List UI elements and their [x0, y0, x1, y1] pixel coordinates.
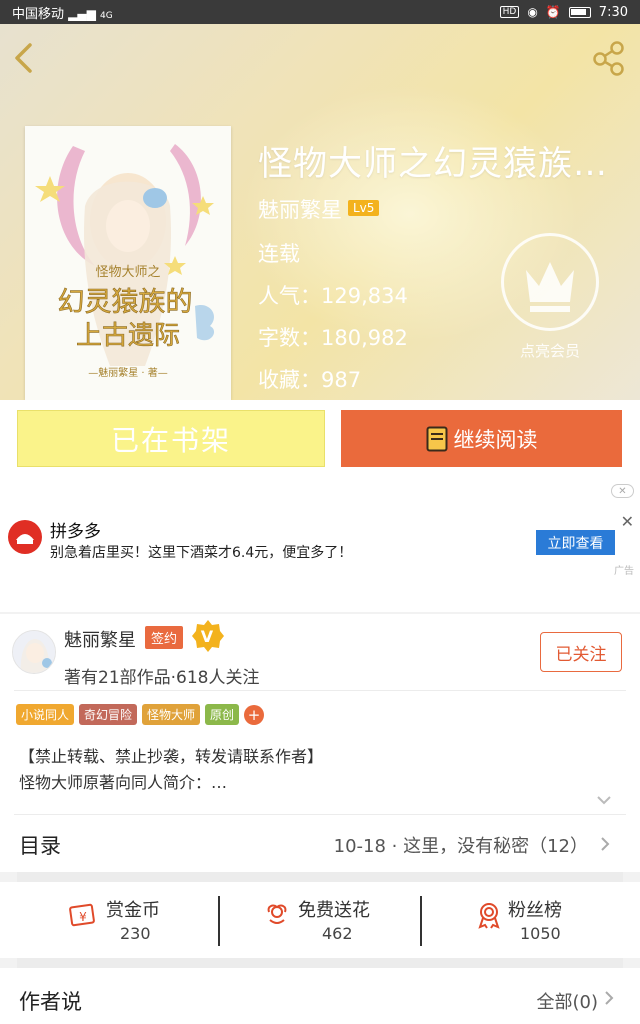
ad-cta-button[interactable]: 立即查看	[536, 530, 615, 555]
followed-button[interactable]: 已关注	[540, 632, 622, 672]
support-bar: ¥ 赏金币 230 免费送花 462 粉丝榜 1050	[0, 882, 640, 958]
book-title: 怪物大师之幻灵猿族的…	[258, 144, 638, 184]
flower-icon	[267, 904, 287, 924]
medal-icon	[478, 903, 500, 929]
fan-ranking-item[interactable]: 粉丝榜 1050	[474, 894, 624, 950]
ad-dismiss-icon[interactable]: ✕	[611, 484, 634, 498]
svg-text:幻灵猿族的: 幻灵猿族的	[58, 287, 193, 318]
svg-text:V: V	[201, 627, 214, 646]
svg-text:上古遗际: 上古遗际	[76, 321, 180, 351]
crown-icon	[526, 262, 574, 312]
avatar-image	[13, 631, 55, 673]
book-favorites: 收藏：987	[258, 364, 361, 394]
author-says-label: 作者说	[19, 990, 82, 1014]
author-name[interactable]: 魅丽繁星	[64, 626, 136, 652]
author-divider	[14, 690, 626, 691]
tag-item[interactable]: 原创	[205, 704, 240, 725]
author-level-badge: Lv5	[348, 200, 380, 216]
battery-icon	[568, 6, 591, 18]
ad-label: 广告	[614, 566, 634, 577]
gift-separator	[420, 896, 422, 946]
add-tag-button[interactable]: +	[244, 704, 265, 725]
verified-v-icon: V	[192, 620, 224, 652]
vip-crown-badge[interactable]	[501, 233, 599, 331]
avatar[interactable]	[12, 630, 56, 674]
author-stats: 著有21部作品·618人关注	[64, 668, 260, 688]
tag-item[interactable]: 奇幻冒险	[79, 704, 138, 725]
favorites-value: 987	[321, 368, 362, 392]
share-icon[interactable]	[588, 38, 628, 78]
book-word-count: 字数：180,982	[258, 322, 408, 352]
gift-count: 1050	[520, 924, 561, 943]
network-type: 4G	[99, 10, 113, 21]
intro-line: 怪物大师原著向同人简介：…	[19, 773, 228, 792]
signal-icon: ▂▄▆	[68, 6, 96, 21]
gift-label: 免费送花	[298, 900, 370, 921]
intro-line: 【禁止转载、禁止抄袭，转发请联系作者】	[19, 747, 324, 766]
ad-logo-icon	[16, 534, 34, 544]
action-bar: 已在书架 继续阅读	[0, 400, 640, 478]
book-intro[interactable]: 【禁止转载、禁止抄袭，转发请联系作者】 怪物大师原著向同人简介：…	[19, 744, 323, 796]
book-header: 怪物大师之 幻灵猿族的 上古遗际 —魅丽繁星 · 著— 怪物大师之幻灵猿族的… …	[0, 24, 640, 400]
carrier-name: 中国移动	[12, 6, 65, 22]
chevron-right-icon	[605, 991, 614, 1005]
gift-label: 粉丝榜	[508, 900, 562, 921]
status-left: 中国移动 ▂▄▆ 4G	[12, 3, 113, 22]
latest-chapter: 10-18 · 这里，没有秘密（12）	[333, 836, 588, 857]
book-popularity: 人气：129,834	[258, 280, 408, 310]
ad-banner[interactable]: ✕ 拼多多 别急着店里买！这里下酒菜才6.4元，便宜多了！ 立即查看 ✕ 广告	[0, 478, 640, 612]
ad-close-icon[interactable]: ✕	[621, 512, 634, 531]
word-count-value: 180,982	[321, 326, 408, 350]
gift-label: 赏金币	[106, 900, 160, 921]
cover-illustration: 怪物大师之 幻灵猿族的 上古遗际 —魅丽繁星 · 著—	[25, 126, 231, 400]
book-icon	[426, 426, 447, 451]
chevron-down-icon[interactable]	[596, 794, 612, 806]
section-spacer	[17, 958, 623, 968]
gift-count: 462	[322, 924, 353, 943]
svg-text:—魅丽繁星 · 著—: —魅丽繁星 · 著—	[88, 366, 168, 379]
continue-reading-button[interactable]: 继续阅读	[341, 410, 622, 467]
free-flower-item[interactable]: 免费送花 462	[262, 894, 412, 950]
book-author-line: 魅丽繁星 Lv5	[258, 194, 380, 224]
popularity-value: 129,834	[321, 284, 408, 308]
gift-count: 230	[120, 924, 151, 943]
tag-item[interactable]: 小说同人	[16, 704, 75, 725]
author-says-all[interactable]: 全部(0)	[537, 988, 599, 1014]
word-count-label: 字数：	[258, 326, 321, 350]
author-says-row[interactable]: 作者说 全部(0)	[0, 968, 640, 1024]
alarm-icon: ⏰	[545, 5, 561, 19]
in-shelf-button[interactable]: 已在书架	[17, 410, 325, 467]
signed-badge: 签约	[145, 626, 184, 649]
clock-time: 7:30	[598, 4, 628, 20]
eye-icon: ◉	[527, 5, 538, 19]
popularity-label: 人气：	[258, 284, 321, 308]
status-bar: 中国移动 ▂▄▆ 4G HD ◉ ⏰ 7:30	[0, 0, 640, 24]
hd-icon: HD	[499, 6, 520, 18]
book-tags: 小说同人 奇幻冒险 怪物大师 原创 +	[16, 704, 265, 725]
reward-coin-icon: ¥	[69, 903, 95, 927]
toc-label: 目录	[19, 834, 61, 858]
back-arrow-icon[interactable]	[8, 38, 40, 78]
svg-text:怪物大师之: 怪物大师之	[95, 265, 160, 280]
author-card: 魅丽繁星 签约 V 著有21部作品·618人关注 已关注 小说同人 奇幻冒险 怪…	[0, 614, 640, 816]
ad-description: 别急着店里买！这里下酒菜才6.4元，便宜多了！	[50, 545, 353, 561]
table-of-contents-row[interactable]: 目录 10-18 · 这里，没有秘密（12）	[0, 816, 640, 872]
favorites-label: 收藏：	[258, 368, 321, 392]
section-spacer	[17, 872, 623, 882]
book-status: 连载	[258, 242, 300, 266]
vip-label[interactable]: 点亮会员	[500, 340, 600, 361]
chevron-right-icon	[601, 837, 610, 851]
svg-text:¥: ¥	[79, 910, 87, 924]
intro-divider	[14, 814, 626, 815]
pinduoduo-logo	[8, 520, 42, 554]
reward-coins-item[interactable]: ¥ 赏金币 230	[68, 894, 218, 950]
book-cover[interactable]: 怪物大师之 幻灵猿族的 上古遗际 —魅丽繁星 · 著—	[25, 126, 231, 400]
gift-separator	[218, 896, 220, 946]
ad-title: 拼多多	[50, 522, 101, 542]
book-author[interactable]: 魅丽繁星	[258, 198, 342, 222]
continue-reading-label: 继续阅读	[453, 427, 538, 452]
status-right: HD ◉ ⏰ 7:30	[499, 4, 628, 20]
tag-item[interactable]: 怪物大师	[142, 704, 201, 725]
